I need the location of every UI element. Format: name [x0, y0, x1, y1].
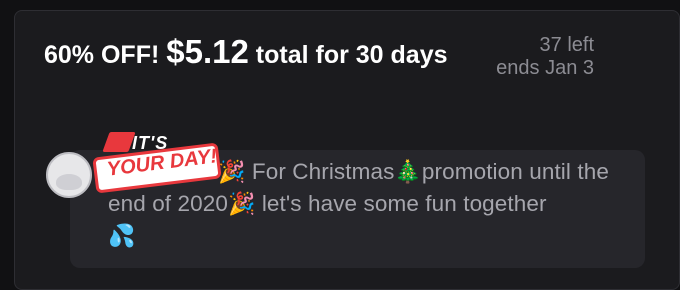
offer-price: $5.12 — [166, 33, 249, 70]
offer-remaining: 37 left — [539, 34, 594, 56]
sweat-droplets-icon: 💦 — [108, 223, 136, 248]
christmas-tree-icon: 🎄 — [394, 159, 422, 184]
party-popper-icon-2: 🎉 — [227, 191, 256, 216]
offer-meta: 37 left ends Jan 3 — [496, 34, 594, 80]
offer-title: 60% OFF! $5.12 total for 30 days — [44, 30, 464, 77]
offer-title-prefix: 60% OFF! — [44, 41, 167, 69]
avatar-image — [56, 174, 82, 190]
offer-title-suffix: total for 30 days — [248, 41, 448, 69]
party-popper-icon: 🎉 — [218, 159, 246, 184]
offer-ends: ends Jan 3 — [496, 57, 594, 79]
message-part-3: let's have some fun together — [255, 191, 547, 216]
avatar[interactable] — [46, 152, 92, 198]
message-part-1: For Christmas — [251, 159, 395, 184]
